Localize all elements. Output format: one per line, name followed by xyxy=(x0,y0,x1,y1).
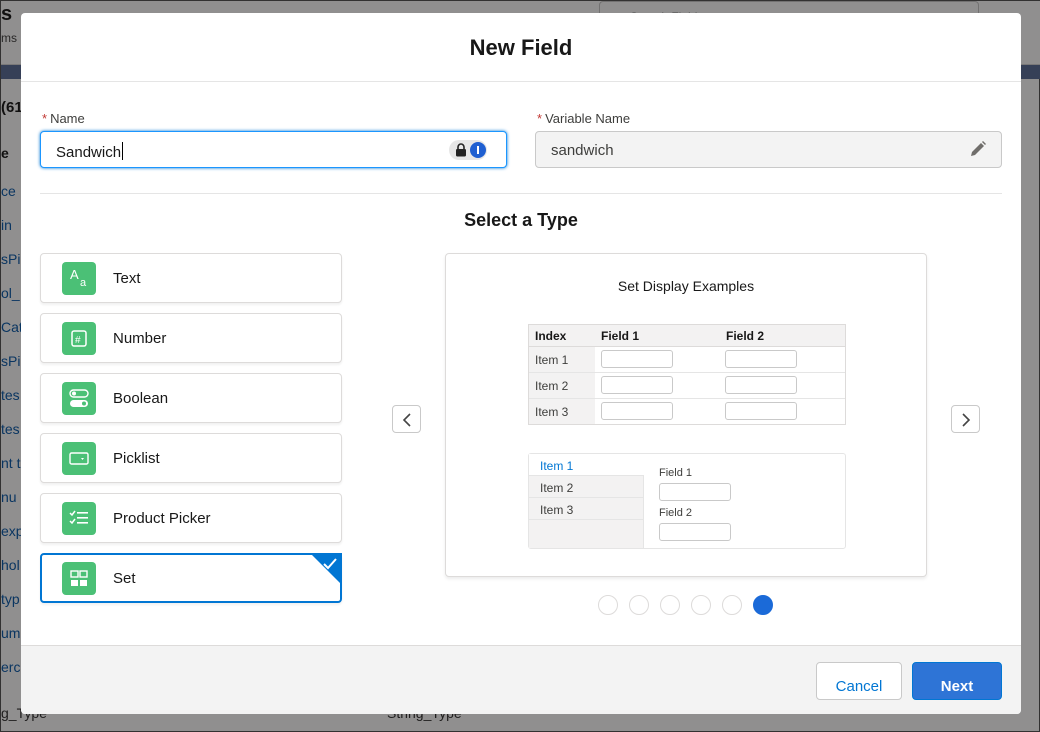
type-label-set: Set xyxy=(113,570,136,587)
example-input-box xyxy=(601,376,673,394)
table-row: Item 2 xyxy=(529,373,845,399)
toggle-icon xyxy=(62,382,96,415)
type-card-set[interactable]: Set xyxy=(40,553,342,603)
name-field-label: * Name xyxy=(42,111,85,126)
required-marker: * xyxy=(42,111,48,126)
example-list-sidebar: Item 1 Item 2 Item 3 xyxy=(529,454,644,548)
table-row-index: Item 2 xyxy=(535,379,569,393)
type-label-text: Text xyxy=(113,270,141,287)
list-item: Item 3 xyxy=(529,498,644,520)
variable-name-field-label: * Variable Name xyxy=(537,111,630,126)
example-table-header: Index Field 1 Field 2 xyxy=(529,325,845,347)
carousel-prev-button[interactable] xyxy=(392,405,421,433)
number-type-icon: # xyxy=(62,322,96,355)
set-grid-icon xyxy=(62,562,96,595)
table-row: Item 3 xyxy=(529,399,845,425)
section-divider xyxy=(40,193,1002,194)
checklist-icon xyxy=(62,502,96,535)
name-input[interactable]: Sandwich xyxy=(40,131,507,168)
table-header-field-1: Field 1 xyxy=(601,329,640,343)
set-display-preview: Set Display Examples Index Field 1 Field… xyxy=(445,253,927,577)
list-item: Item 1 xyxy=(529,454,644,476)
carousel-dot[interactable] xyxy=(691,595,711,615)
carousel-dot[interactable] xyxy=(660,595,680,615)
example-table: Index Field 1 Field 2 Item 1 Item 2 Item… xyxy=(528,324,846,425)
password-manager-icon[interactable] xyxy=(449,140,487,160)
example-field-label: Field 2 xyxy=(659,507,693,519)
chevron-left-icon xyxy=(402,413,411,427)
table-row-index: Item 1 xyxy=(535,353,569,367)
next-button[interactable]: Next xyxy=(912,662,1002,700)
modal-title: New Field xyxy=(469,35,573,60)
table-header-index: Index xyxy=(535,329,567,343)
table-row: Item 1 xyxy=(529,347,845,373)
name-label-text: Name xyxy=(50,111,85,126)
example-input-box xyxy=(725,402,797,420)
type-card-number[interactable]: # Number xyxy=(40,313,342,363)
type-card-boolean[interactable]: Boolean xyxy=(40,373,342,423)
chevron-right-icon xyxy=(962,413,971,427)
modal-header: New Field xyxy=(21,13,1021,82)
variable-name-label-text: Variable Name xyxy=(545,111,631,126)
type-label-product-picker: Product Picker xyxy=(113,510,211,527)
table-row-index: Item 3 xyxy=(535,405,569,419)
list-item: Item 2 xyxy=(529,476,644,498)
type-card-text[interactable]: Aa Text xyxy=(40,253,342,303)
edit-pencil-icon[interactable] xyxy=(969,140,987,158)
type-card-picklist[interactable]: Picklist xyxy=(40,433,342,483)
carousel-dot[interactable] xyxy=(722,595,742,615)
svg-text:#: # xyxy=(75,335,81,346)
select-type-heading: Select a Type xyxy=(464,210,578,230)
table-header-field-2: Field 2 xyxy=(726,329,765,343)
example-input-box xyxy=(601,350,673,368)
type-card-product-picker[interactable]: Product Picker xyxy=(40,493,342,543)
checkmark-icon xyxy=(323,558,337,570)
type-label-picklist: Picklist xyxy=(113,450,160,467)
svg-text:a: a xyxy=(80,277,87,289)
carousel-dot[interactable] xyxy=(629,595,649,615)
variable-name-value: sandwich xyxy=(551,142,614,159)
type-label-boolean: Boolean xyxy=(113,390,169,407)
variable-name-input: sandwich xyxy=(535,131,1002,168)
example-input-box xyxy=(659,483,731,501)
name-input-value: Sandwich xyxy=(56,144,122,161)
example-input-box xyxy=(725,376,797,394)
example-input-box xyxy=(725,350,797,368)
text-caret xyxy=(122,142,124,160)
example-list-detail: Item 1 Item 2 Item 3 Field 1 Field 2 xyxy=(528,453,846,549)
example-input-box xyxy=(659,523,731,541)
cancel-button[interactable]: Cancel xyxy=(816,662,902,700)
carousel-next-button[interactable] xyxy=(951,405,980,433)
required-marker: * xyxy=(537,111,543,126)
text-type-icon: Aa xyxy=(62,262,96,295)
lock-icon xyxy=(456,143,466,157)
example-input-box xyxy=(601,402,673,420)
example-field-label: Field 1 xyxy=(659,467,693,479)
type-label-number: Number xyxy=(113,330,167,347)
carousel-dot-active[interactable] xyxy=(753,595,773,615)
carousel-dot[interactable] xyxy=(598,595,618,615)
password-manager-logo-icon xyxy=(470,142,486,158)
new-field-modal: New Field * Name Sandwich * Variable Name … xyxy=(21,13,1021,714)
svg-text:A: A xyxy=(70,267,79,282)
modal-footer: Cancel Next xyxy=(21,645,1021,714)
picklist-icon xyxy=(62,442,96,475)
preview-title: Set Display Examples xyxy=(617,278,755,294)
